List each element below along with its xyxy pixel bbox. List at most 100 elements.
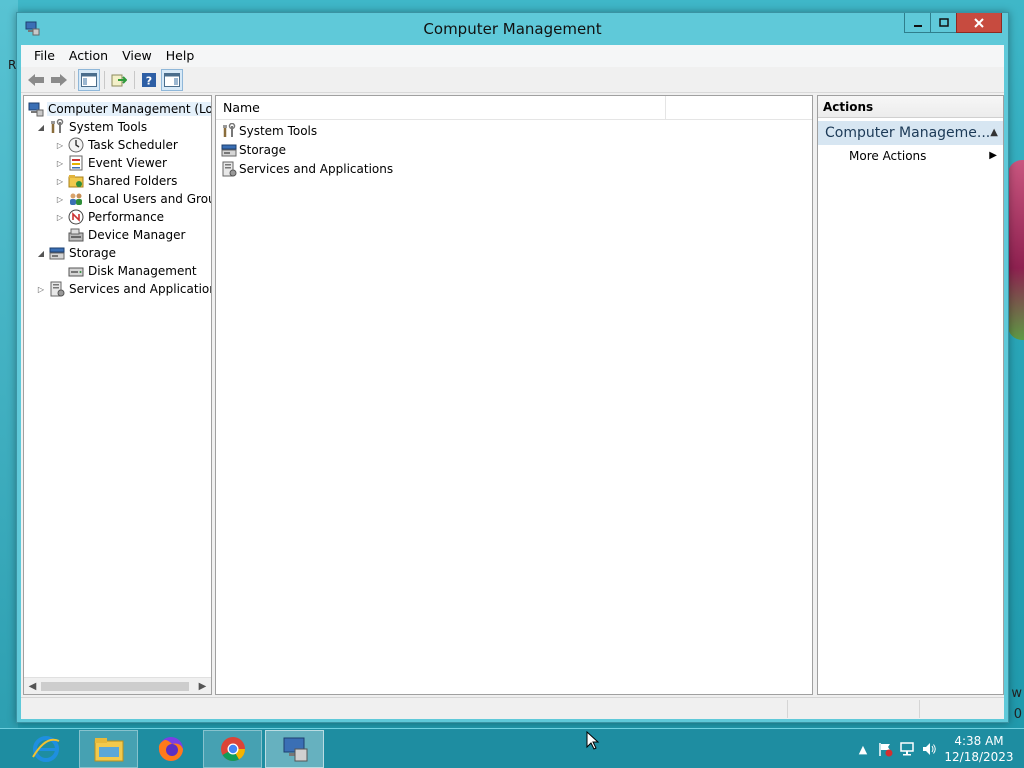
title-bar[interactable]: Computer Management [17,13,1008,45]
menu-help[interactable]: Help [159,45,202,67]
collapsed-arrow-icon[interactable]: ▷ [55,158,65,168]
desktop-text-right-2: 0 [1013,707,1022,722]
maximize-button[interactable] [930,13,957,33]
show-hidden-icons-icon[interactable]: ▲ [852,738,874,760]
list-item-label: Storage [239,142,286,157]
clock[interactable]: 4:38 AM 12/18/2023 [940,733,1018,765]
scroll-thumb[interactable] [41,682,189,691]
tree-item-label: Storage [69,246,116,260]
column-header-row: Name [216,96,812,120]
collapsed-arrow-icon[interactable]: ▷ [55,194,65,204]
device-manager-icon [68,227,84,243]
tree-item-shared-folders[interactable]: ▷ Shared Folders [55,172,178,190]
desktop-text-right-1: w [1011,686,1022,701]
mouse-cursor-icon [586,731,600,750]
show-hide-console-tree-button[interactable] [78,68,100,91]
clock-date: 12/18/2023 [944,750,1014,764]
list-item-label: System Tools [239,123,318,138]
window-title: Computer Management [423,20,602,38]
tree-item-event-viewer[interactable]: ▷ Event Viewer [55,154,168,172]
tree-item-device-manager[interactable]: Device Manager [55,226,186,244]
collapsed-arrow-icon[interactable]: ▷ [55,140,65,150]
taskbar-chrome[interactable] [203,730,262,768]
status-cell-1 [787,700,788,718]
show-hide-action-pane-button[interactable] [161,68,183,91]
volume-icon[interactable] [918,738,940,760]
export-list-button[interactable] [108,69,130,91]
tree-item-computer-management-local[interactable]: Computer Management (Local [28,100,211,118]
status-bar [21,697,1004,719]
actions-section-computer-management[interactable]: Computer Manageme... ▲ [818,121,1003,145]
collapse-up-icon[interactable]: ▲ [990,121,998,145]
collapsed-arrow-icon[interactable]: ▷ [55,176,65,186]
taskbar-file-explorer[interactable] [79,730,138,768]
action-more-actions-label: More Actions [849,149,927,163]
tools-icon [49,119,65,135]
tree-item-label: Event Viewer [88,156,167,170]
expanded-arrow-icon[interactable]: ◢ [36,248,46,258]
column-header-name[interactable]: Name [216,96,666,120]
back-arrow-icon [28,73,44,86]
network-icon[interactable] [896,738,918,760]
forward-button[interactable] [48,69,70,91]
tree-item-disk-management[interactable]: Disk Management [55,262,198,280]
taskbar-computer-management[interactable] [265,730,324,768]
storage-icon [221,142,237,158]
submenu-arrow-icon: ▶ [989,150,997,161]
actions-section-label: Computer Manageme... [825,125,991,141]
chrome-icon [220,737,245,762]
panes-container: Computer Management (Local ◢ System Tools ▷… [21,95,1004,695]
window-client-area: File Action View Help ? Computer Managem… [21,45,1004,719]
menu-view[interactable]: View [115,45,159,67]
list-item[interactable]: System Tools [221,121,317,140]
action-center-flag-icon[interactable] [874,738,896,760]
tree-horizontal-scrollbar[interactable]: ◀ ▶ [24,677,211,694]
list-item[interactable]: Services and Applications [221,159,393,178]
minimize-button[interactable] [904,13,931,33]
tree-item-local-users-and-groups[interactable]: ▷ Local Users and Groups [55,190,211,208]
system-tray: ▲ 4:38 AM 12/18/2023 [852,729,1024,768]
scroll-left-icon[interactable]: ◀ [24,678,41,694]
tree-item-label: Shared Folders [88,174,178,188]
expanded-arrow-icon[interactable]: ◢ [36,122,46,132]
expander-placeholder [55,230,65,240]
expander-placeholder [55,266,65,276]
results-pane[interactable]: Name System Tools Storage Services and App… [215,95,813,695]
list-item[interactable]: Storage [221,140,286,159]
taskbar-internet-explorer[interactable] [16,730,75,768]
tree-item-performance[interactable]: ▷ Performance [55,208,165,226]
forward-arrow-icon [51,73,67,86]
action-more-actions[interactable]: More Actions ▶ [818,145,1003,167]
toolbar-separator [104,70,105,89]
tree-item-system-tools[interactable]: ◢ System Tools [36,118,148,136]
export-list-icon [111,74,127,86]
tree-item-label: Device Manager [88,228,186,242]
console-tree-pane[interactable]: Computer Management (Local ◢ System Tools ▷… [23,95,212,695]
tree-item-label: Local Users and Groups [88,192,211,206]
tree-item-label: Services and Applications [69,282,212,296]
tree-item-label: Disk Management [88,264,197,278]
back-button[interactable] [25,69,47,91]
menu-file[interactable]: File [27,45,62,67]
users-icon [68,191,84,207]
collapsed-arrow-icon[interactable]: ▷ [36,284,46,294]
close-button[interactable] [956,13,1002,33]
tree-item-task-scheduler[interactable]: ▷ Task Scheduler [55,136,179,154]
tree-item-services-and-applications[interactable]: ▷ Services and Applications [36,280,212,298]
tree-item-label: Performance [88,210,165,224]
tree-item-storage[interactable]: ◢ Storage [36,244,117,262]
menu-bar: File Action View Help [21,45,1004,67]
computer-management-icon [28,101,44,117]
scroll-right-icon[interactable]: ▶ [194,678,211,694]
computer-management-window: Computer Management File Action View Hel… [16,12,1009,723]
menu-action[interactable]: Action [62,45,115,67]
tools-icon [221,122,237,139]
collapsed-arrow-icon[interactable]: ▷ [55,212,65,222]
minimize-icon [913,24,922,27]
list-item-label: Services and Applications [239,161,394,176]
services-icon [49,281,65,297]
help-button[interactable]: ? [138,69,160,91]
actions-pane-title: Actions [818,96,1003,118]
console-tree-icon [81,72,97,87]
taskbar-firefox[interactable] [141,730,200,768]
